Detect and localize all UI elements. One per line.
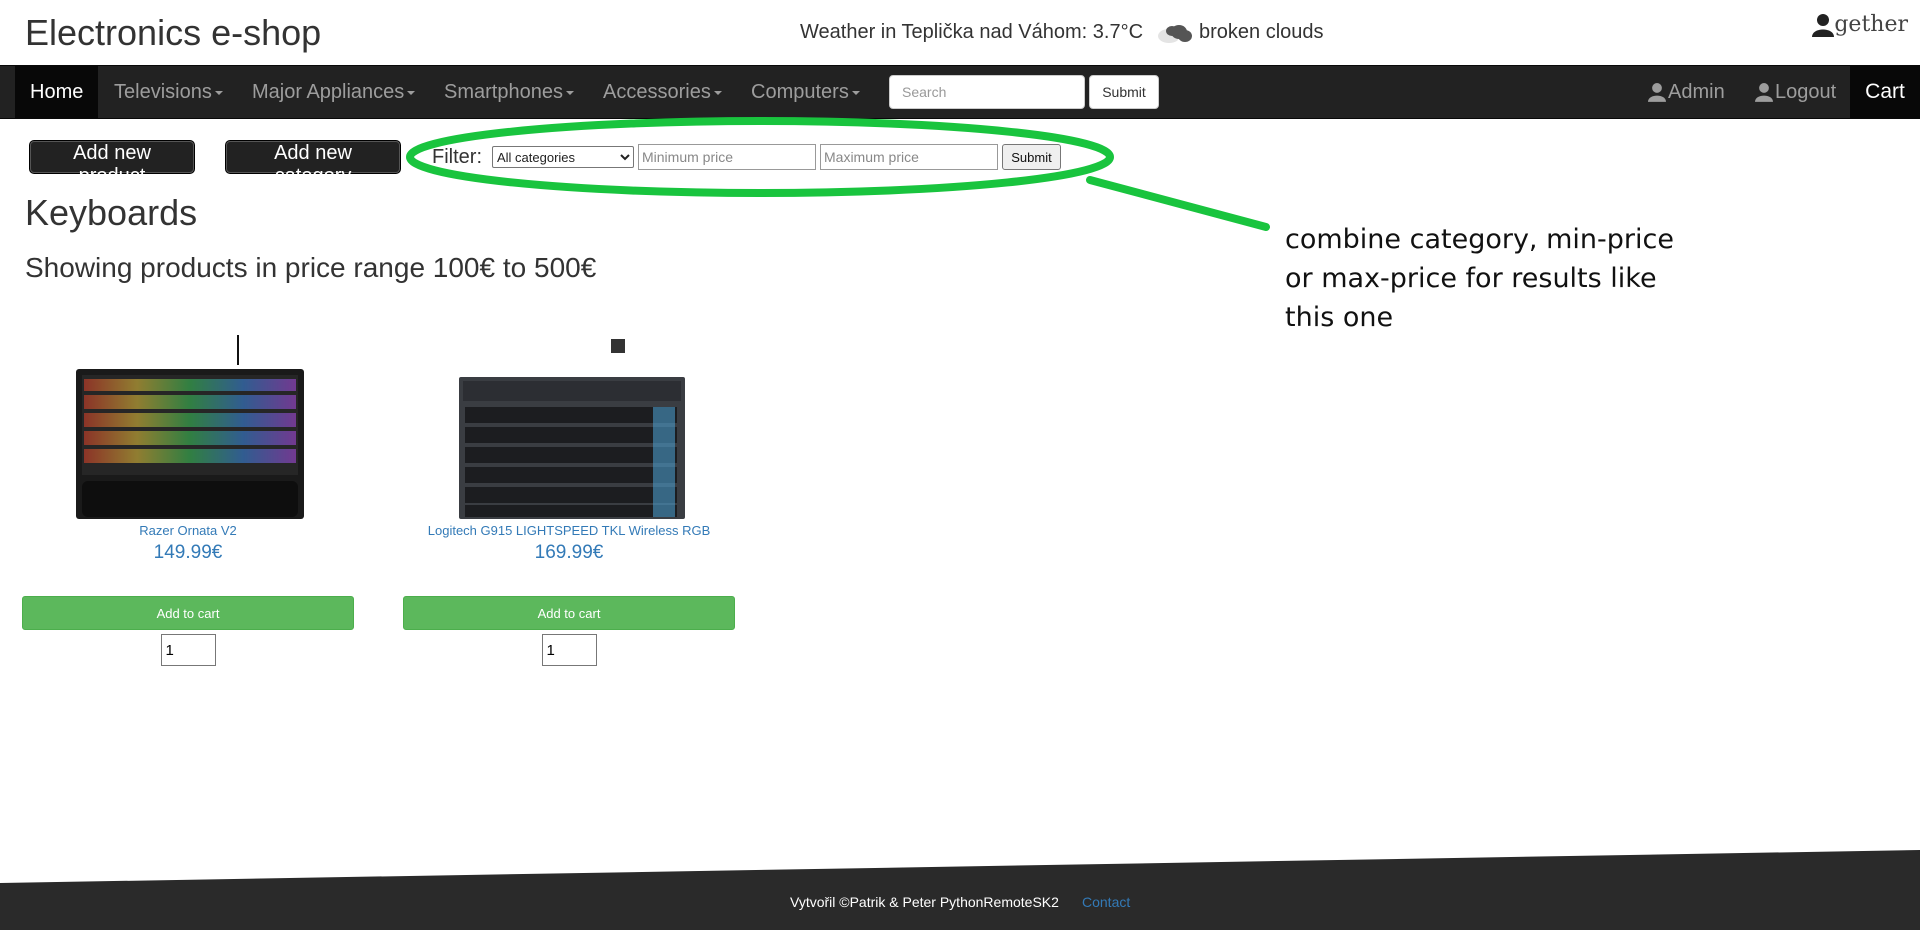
nav-televisions-label: Televisions (114, 81, 212, 103)
product-name-link[interactable]: Logitech G915 LIGHTSPEED TKL Wireless RG… (403, 523, 735, 538)
nav-computers[interactable]: Computers (751, 66, 860, 118)
product-name-link[interactable]: Razer Ornata V2 (22, 523, 354, 538)
user-icon (1755, 83, 1773, 102)
nav-smartphones-label: Smartphones (444, 81, 563, 103)
search-input[interactable] (889, 75, 1085, 109)
footer-background (0, 850, 1920, 930)
site-title[interactable]: Electronics e-shop (25, 12, 321, 54)
product-card: Logitech G915 LIGHTSPEED TKL Wireless RG… (403, 335, 735, 666)
quantity-input[interactable] (541, 634, 597, 666)
weather-description: broken clouds (1199, 21, 1324, 43)
cloud-icon (1157, 22, 1193, 44)
product-card: Razer Ornata V2 149.99€ Add to cart (22, 335, 354, 666)
product-image-keyboard[interactable] (453, 335, 685, 519)
search-submit-button[interactable]: Submit (1089, 75, 1159, 109)
nav-logout[interactable]: Logout (1755, 66, 1836, 118)
weather-widget: Weather in Teplička nad Váhom: 3.7°C bro… (800, 21, 1324, 44)
nav-admin-label: Admin (1668, 81, 1725, 103)
footer-credit: Vytvořil ©Patrik & Peter PythonRemoteSK2 (790, 894, 1059, 910)
category-select[interactable]: All categories (492, 146, 634, 168)
caret-down-icon (407, 90, 416, 95)
nav-admin[interactable]: Admin (1648, 66, 1725, 118)
top-header: Electronics e-shop Weather in Teplička n… (0, 0, 1920, 65)
add-category-button[interactable]: Add new category (226, 141, 400, 187)
nav-televisions[interactable]: Televisions (114, 66, 223, 118)
price-range-title: Showing products in price range 100€ to … (25, 252, 597, 283)
nav-accessories-label: Accessories (603, 81, 711, 103)
nav-smartphones[interactable]: Smartphones (444, 66, 574, 118)
nav-major-appliances-label: Major Appliances (252, 81, 405, 103)
nav-major-appliances[interactable]: Major Appliances (252, 66, 416, 118)
nav-cart[interactable]: Cart (1850, 66, 1920, 118)
username: gether (1834, 12, 1908, 37)
annotation-pointer-line (1086, 176, 1270, 231)
product-price: 149.99€ (153, 542, 223, 563)
quantity-input[interactable] (160, 634, 216, 666)
caret-down-icon (851, 90, 860, 95)
add-to-cart-button[interactable]: Add to cart (22, 596, 354, 630)
navbar: Home Televisions Major Appliances Smartp… (0, 65, 1920, 119)
nav-computers-label: Computers (751, 81, 849, 103)
add-product-button[interactable]: Add new product (30, 141, 194, 187)
user-icon (1812, 13, 1835, 37)
category-title: Keyboards (25, 192, 198, 233)
user-icon (1648, 83, 1666, 102)
nav-accessories[interactable]: Accessories (603, 66, 722, 118)
max-price-input[interactable] (820, 144, 998, 170)
caret-down-icon (214, 90, 223, 95)
annotation-text: combine category, min-price or max-price… (1285, 224, 1674, 333)
product-image-keyboard[interactable] (72, 335, 304, 519)
min-price-input[interactable] (638, 144, 816, 170)
filter-label: Filter: (432, 146, 482, 168)
footer-contact-link[interactable]: Contact (1082, 894, 1130, 910)
product-price: 169.99€ (534, 542, 604, 563)
nav-logout-label: Logout (1775, 81, 1837, 103)
add-to-cart-button[interactable]: Add to cart (403, 596, 735, 630)
caret-down-icon (565, 90, 574, 95)
filter-submit-button[interactable]: Submit (1002, 144, 1061, 170)
current-user[interactable]: gether (1812, 12, 1908, 37)
caret-down-icon (713, 90, 722, 95)
nav-home[interactable]: Home (15, 66, 99, 118)
weather-text: Weather in Teplička nad Váhom: 3.7°C (800, 21, 1144, 43)
